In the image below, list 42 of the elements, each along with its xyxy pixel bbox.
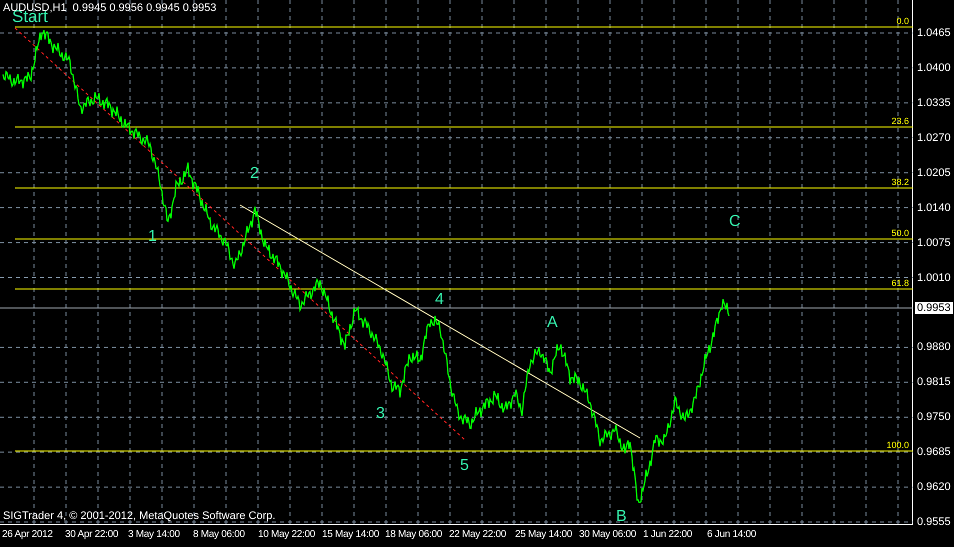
copyright-text: SIGTrader 4, © 2001-2012, MetaQuotes Software Corp.: [3, 510, 276, 522]
price-tick-label: 1.0465: [917, 27, 951, 39]
price-tick-label: 0.9620: [917, 481, 951, 494]
price-tick-label: 0.9555: [917, 516, 951, 528]
price-tick-label: 0.9815: [917, 376, 951, 388]
fibonacci-level-label: 38.2: [891, 177, 909, 187]
price-tick-label: 1.0270: [917, 132, 951, 144]
wave-label: C: [729, 214, 741, 230]
price-tick-label: 1.0400: [917, 62, 951, 74]
time-tick-label: 30 May 06:00: [579, 529, 636, 541]
time-tick-label: 1 Jun 22:00: [643, 529, 692, 541]
time-tick-label: 18 May 06:00: [385, 529, 442, 541]
fibonacci-level-label: 0.0: [896, 16, 909, 26]
fibonacci-level-label: 100.0: [886, 440, 909, 450]
wave-label: 4: [435, 292, 444, 308]
time-tick-label: 22 May 22:00: [449, 529, 506, 541]
time-tick-label: 30 Apr 22:00: [65, 529, 118, 541]
price-tick-label: 0.9750: [917, 411, 951, 424]
time-tick-label: 10 May 22:00: [258, 529, 315, 541]
current-price-label: 0.9953: [915, 302, 953, 314]
fibonacci-level-label: 23.6: [891, 116, 909, 126]
time-tick-label: 25 May 14:00: [515, 529, 572, 541]
price-tick-label: 1.0010: [917, 272, 951, 284]
price-tick-label: 0.9685: [917, 446, 951, 458]
price-tick-label: 1.0140: [917, 202, 951, 214]
fibonacci-level-label: 50.0: [891, 228, 909, 238]
time-tick-label: 15 May 14:00: [322, 529, 379, 541]
time-tick-label: 3 May 14:00: [128, 529, 180, 541]
time-tick-label: 8 May 06:00: [193, 529, 245, 541]
price-tick-label: 1.0205: [917, 166, 951, 179]
time-tick-label: 6 Jun 14:00: [707, 529, 756, 541]
wave-label: 2: [250, 166, 259, 182]
wave-label: A: [547, 315, 558, 331]
fibonacci-level-label: 61.8: [891, 278, 909, 288]
price-tick-label: 1.0335: [917, 96, 951, 109]
wave-label: 5: [460, 458, 469, 474]
price-tick-label: 1.0075: [917, 236, 951, 249]
wave-label: B: [616, 509, 627, 525]
symbol-header: AUDUSD,H1 0.9945 0.9956 0.9945 0.9953: [3, 2, 216, 14]
wave-label: 3: [376, 406, 385, 422]
price-tick-label: 0.9880: [917, 341, 951, 354]
time-tick-label: 26 Apr 2012: [2, 529, 53, 541]
